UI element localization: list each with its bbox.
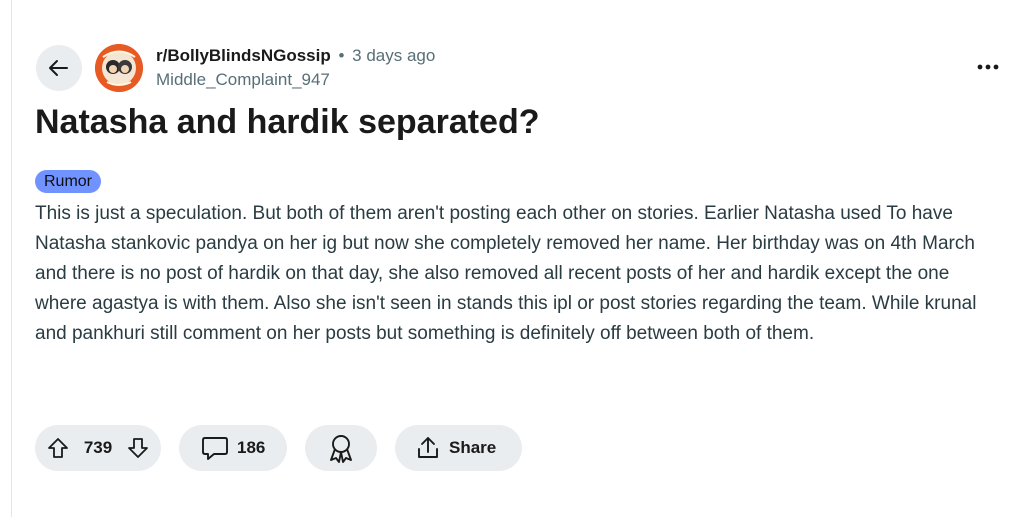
subreddit-link[interactable]: r/BollyBlindsNGossip: [156, 46, 331, 65]
back-button[interactable]: [36, 45, 82, 91]
share-button[interactable]: Share: [395, 425, 522, 471]
award-button[interactable]: [305, 425, 377, 471]
vote-control: 739: [35, 425, 161, 471]
vote-count: 739: [83, 438, 113, 457]
meta-separator: •: [338, 46, 345, 65]
subreddit-avatar[interactable]: [95, 44, 143, 92]
arrow-down-icon: [128, 438, 148, 458]
left-divider: [11, 0, 12, 517]
share-label: Share: [449, 438, 497, 457]
arrow-left-icon: [47, 56, 71, 80]
post-meta: r/BollyBlindsNGossip • 3 days ago Middle…: [156, 45, 435, 91]
comment-count: 186: [237, 438, 266, 457]
speech-bubble-icon: [201, 435, 229, 461]
comments-button[interactable]: 186: [179, 425, 287, 471]
more-options-button[interactable]: [968, 54, 1008, 80]
action-bar: 739 186 Share: [35, 425, 522, 471]
post-flair[interactable]: Rumor: [35, 170, 102, 193]
more-horizontal-icon: [977, 64, 999, 70]
upvote-button[interactable]: [47, 437, 69, 459]
post-time: 3 days ago: [352, 46, 436, 65]
post-body: This is just a speculation. But both of …: [35, 203, 977, 344]
award-ribbon-icon: [327, 433, 355, 463]
post-title: Natasha and hardik separated?: [35, 103, 540, 141]
downvote-button[interactable]: [127, 437, 149, 459]
author-link[interactable]: Middle_Complaint_947: [156, 69, 435, 91]
share-upload-icon: [415, 435, 441, 461]
arrow-up-icon: [48, 438, 68, 458]
